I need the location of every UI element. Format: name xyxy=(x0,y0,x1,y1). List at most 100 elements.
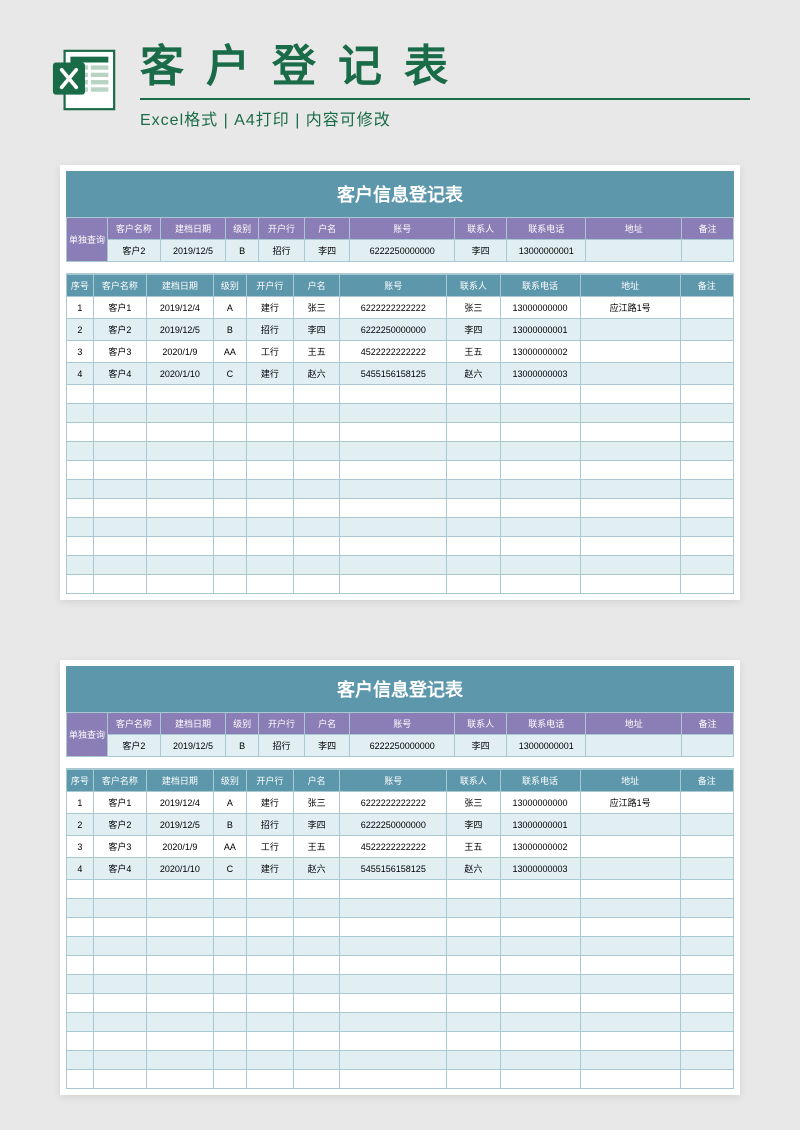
table-cell xyxy=(147,1032,214,1051)
table-cell xyxy=(247,918,294,937)
table-cell xyxy=(680,1013,733,1032)
table-cell xyxy=(680,858,733,880)
table-cell: 2 xyxy=(67,814,94,836)
table-row-empty xyxy=(67,880,734,899)
table-cell xyxy=(580,385,680,404)
table-cell xyxy=(67,385,94,404)
table-cell xyxy=(340,880,447,899)
table-cell xyxy=(213,499,246,518)
query-header: 备注 xyxy=(682,713,734,735)
table-cell xyxy=(447,899,500,918)
table-cell: 13000000000 xyxy=(500,297,580,319)
table-row-empty xyxy=(67,1032,734,1051)
table-cell xyxy=(247,537,294,556)
table-cell: 赵六 xyxy=(293,363,340,385)
table-cell xyxy=(580,937,680,956)
table-row: 1客户12019/12/4A建行张三6222222222222张三1300000… xyxy=(67,792,734,814)
query-cell: 2019/12/5 xyxy=(160,735,226,757)
list-header: 地址 xyxy=(580,275,680,297)
table-cell: 客户2 xyxy=(93,319,146,341)
table-row-empty xyxy=(67,461,734,480)
table-cell xyxy=(447,937,500,956)
table-cell: 招行 xyxy=(247,319,294,341)
table-cell xyxy=(500,918,580,937)
query-cell: 招行 xyxy=(259,735,305,757)
table-cell xyxy=(447,880,500,899)
table-cell xyxy=(67,518,94,537)
query-cell: 李四 xyxy=(455,735,507,757)
list-header: 开户行 xyxy=(247,770,294,792)
list-header: 备注 xyxy=(680,275,733,297)
table-cell: 2020/1/10 xyxy=(147,858,214,880)
table-cell: 2020/1/9 xyxy=(147,341,214,363)
table-cell: 2020/1/10 xyxy=(147,363,214,385)
list-header: 联系电话 xyxy=(500,275,580,297)
table-cell: 13000000002 xyxy=(500,341,580,363)
query-cell: 13000000001 xyxy=(507,735,586,757)
table-cell xyxy=(213,899,246,918)
table-cell xyxy=(293,442,340,461)
table-cell: B xyxy=(213,319,246,341)
table-cell xyxy=(293,1013,340,1032)
list-header: 客户名称 xyxy=(93,770,146,792)
table-cell: 王五 xyxy=(293,341,340,363)
table-cell xyxy=(580,994,680,1013)
table-cell xyxy=(580,836,680,858)
query-cell: 客户2 xyxy=(108,735,161,757)
table-cell xyxy=(500,575,580,594)
table-cell xyxy=(93,1051,146,1070)
table-cell xyxy=(247,880,294,899)
table-cell xyxy=(213,385,246,404)
table-cell xyxy=(500,499,580,518)
table-cell: 应江路1号 xyxy=(580,792,680,814)
header-text: 客户登记表 Excel格式 | A4打印 | 内容可修改 xyxy=(140,30,750,130)
table-row: 3客户32020/1/9AA工行王五4522222222222王五1300000… xyxy=(67,341,734,363)
table-cell xyxy=(67,556,94,575)
table-cell: 3 xyxy=(67,341,94,363)
list-header: 级别 xyxy=(213,275,246,297)
table-cell xyxy=(93,442,146,461)
table-cell: 王五 xyxy=(447,836,500,858)
table-cell: 13000000000 xyxy=(500,792,580,814)
query-row: 客户22019/12/5B招行李四6222250000000李四13000000… xyxy=(67,240,734,262)
table-cell xyxy=(213,956,246,975)
table-cell: 2 xyxy=(67,319,94,341)
page-title: 客户登记表 xyxy=(140,30,750,100)
table-cell xyxy=(680,385,733,404)
table-cell xyxy=(340,499,447,518)
table-cell: C xyxy=(213,858,246,880)
table-cell: 王五 xyxy=(447,341,500,363)
table-cell xyxy=(93,899,146,918)
table-row-empty xyxy=(67,404,734,423)
table-cell: A xyxy=(213,297,246,319)
table-cell xyxy=(580,363,680,385)
table-cell: 2019/12/5 xyxy=(147,319,214,341)
table-cell xyxy=(247,385,294,404)
table-cell xyxy=(500,956,580,975)
query-label: 单独查询 xyxy=(67,218,108,262)
table-cell xyxy=(680,1070,733,1089)
table-cell xyxy=(147,404,214,423)
sheet-2: 客户信息登记表单独查询客户名称建档日期级别开户行户名账号联系人联系电话地址备注客… xyxy=(60,660,740,1095)
table-cell xyxy=(67,975,94,994)
table-cell xyxy=(500,880,580,899)
table-cell xyxy=(147,1051,214,1070)
table-row: 1客户12019/12/4A建行张三6222222222222张三1300000… xyxy=(67,297,734,319)
table-cell xyxy=(293,880,340,899)
table-cell xyxy=(67,918,94,937)
table-cell: 1 xyxy=(67,792,94,814)
table-cell: 13000000002 xyxy=(500,836,580,858)
table-cell xyxy=(147,956,214,975)
table-cell: 赵六 xyxy=(447,363,500,385)
table-cell xyxy=(213,1051,246,1070)
table-cell xyxy=(213,461,246,480)
table-cell xyxy=(213,423,246,442)
table-cell xyxy=(293,423,340,442)
table-cell xyxy=(580,319,680,341)
query-header: 联系电话 xyxy=(507,713,586,735)
table-cell: 6222250000000 xyxy=(340,814,447,836)
table-cell: 李四 xyxy=(293,319,340,341)
table-cell xyxy=(340,918,447,937)
table-cell xyxy=(93,461,146,480)
table-cell: 李四 xyxy=(293,814,340,836)
